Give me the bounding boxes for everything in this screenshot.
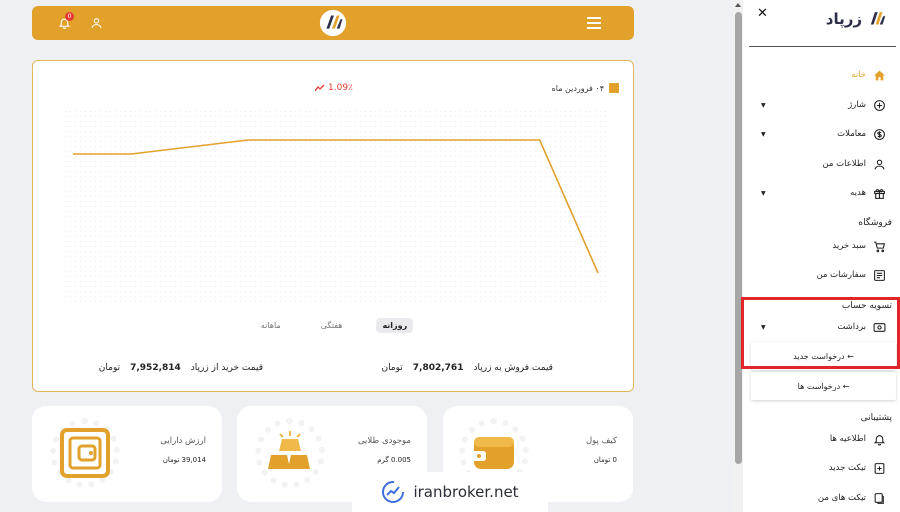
tickets-icon — [872, 491, 886, 505]
home-icon — [872, 68, 886, 82]
buy-price-value: 7,952,814 — [130, 363, 181, 373]
sidebar-item-home[interactable]: خانه — [851, 65, 886, 85]
top-bar: 0 — [32, 6, 634, 40]
profile-button[interactable] — [86, 6, 106, 40]
gold-balance-title: موجودی طلایی — [357, 436, 411, 446]
sidebar-item-transactions[interactable]: معاملات — [837, 124, 886, 144]
submenu-requests[interactable]: ← درخواست ها — [751, 372, 896, 400]
sidebar-item-label: شارژ — [848, 100, 866, 110]
sell-price-unit: تومان — [381, 363, 403, 373]
brand-logo-icon — [870, 12, 886, 25]
gold-balance-value: 0.005 گرم — [377, 456, 411, 464]
wallet-title: کیف پول — [585, 436, 617, 446]
highlight-frame — [741, 297, 900, 369]
notification-badge: 0 — [65, 12, 74, 21]
asset-icon — [50, 418, 120, 488]
ticket-plus-icon — [872, 461, 886, 475]
buy-price-unit: تومان — [98, 363, 121, 373]
sidebar-brand[interactable]: زرپاد — [826, 8, 888, 30]
wallet-value: 0 تومان — [593, 456, 617, 464]
period-tabs: روزانه هفتگی ماهانه — [33, 318, 635, 333]
sell-price-value: 7,802,761 — [412, 363, 464, 373]
sidebar-item-label: تیکت جدید — [828, 463, 866, 473]
sidebar-item-label: معاملات — [837, 129, 866, 139]
gift-icon — [872, 186, 886, 200]
sidebar-item-label: تیکت های من — [817, 493, 866, 503]
sidebar-item-label: اطلاعیه ها — [829, 434, 866, 444]
logo[interactable] — [316, 6, 350, 40]
plus-circle-icon — [872, 98, 886, 112]
bell-icon — [872, 432, 886, 446]
section-support: پشتیبانی — [860, 413, 892, 423]
buy-price: قیمت خرید از زرپاد 7,952,814 تومان — [99, 363, 263, 373]
tab-weekly[interactable]: هفتگی — [315, 318, 349, 333]
tab-daily[interactable]: روزانه — [376, 318, 414, 333]
sidebar-item-my-tickets[interactable]: تیکت های من — [818, 488, 886, 508]
dollar-circle-icon — [872, 127, 886, 141]
divider — [749, 46, 896, 47]
chart-legend[interactable]: ۰۴ فروردین ماه — [552, 83, 619, 93]
sidebar-item-label: هدیه — [850, 188, 866, 198]
menu-button[interactable] — [584, 6, 604, 40]
section-store: فروشگاه — [858, 218, 892, 228]
scrollbar-thumb[interactable] — [735, 12, 742, 464]
sidebar-item-cart[interactable]: سبد خرید — [832, 236, 886, 256]
watermark: iranbroker.net — [352, 472, 548, 512]
tab-monthly[interactable]: ماهانه — [255, 318, 287, 333]
sell-price: قیمت فروش به زرپاد 7,802,761 تومان — [381, 363, 553, 373]
asset-value-card[interactable]: ارزش دارایی 39,014 تومان — [32, 406, 222, 502]
sidebar-item-label: سفارشات من — [816, 270, 866, 280]
sell-price-label: قیمت فروش به زرپاد — [473, 363, 553, 373]
notifications-button[interactable]: 0 — [54, 6, 74, 40]
sidebar-item-charge[interactable]: شارژ — [848, 95, 886, 115]
sidebar-item-label: سبد خرید — [832, 241, 866, 251]
cart-icon — [872, 239, 886, 253]
gold-bars-icon — [255, 418, 325, 488]
close-icon[interactable]: ✕ — [757, 6, 768, 21]
sidebar-item-notifications[interactable]: اطلاعیه ها — [830, 429, 886, 449]
legend-swatch — [609, 83, 619, 93]
hamburger-icon — [587, 17, 601, 29]
chevron-down-icon[interactable]: ▼ — [761, 190, 766, 197]
watermark-text: iranbroker.net — [413, 483, 519, 501]
sidebar-item-label: اطلاعات من — [822, 159, 866, 169]
chevron-down-icon[interactable]: ▼ — [761, 102, 766, 109]
sidebar-item-new-ticket[interactable]: تیکت جدید — [829, 458, 886, 478]
legend-label: ۰۴ فروردین ماه — [551, 83, 604, 93]
asset-value-amount: 39,014 تومان — [162, 456, 206, 464]
buy-price-label: قیمت خرید از زرپاد — [190, 363, 263, 373]
receipt-icon — [872, 268, 886, 282]
scroll-up-arrow-icon[interactable] — [735, 2, 741, 8]
brand-logo-icon — [319, 9, 347, 37]
price-change-value: 1.09٪ — [328, 83, 353, 93]
asset-value-title: ارزش دارایی — [160, 436, 206, 446]
user-icon — [91, 18, 101, 28]
trend-logo-icon — [382, 481, 405, 503]
sidebar: ✕ زرپاد خانه شارژ ▼ معاملات ▼ اطلاعات من… — [743, 0, 900, 512]
price-line-chart — [63, 109, 608, 304]
chevron-down-icon[interactable]: ▼ — [761, 131, 766, 138]
sidebar-item-gift[interactable]: هدیه — [850, 183, 886, 203]
user-icon — [872, 157, 886, 171]
sidebar-item-my-info[interactable]: اطلاعات من — [822, 154, 886, 174]
price-change: 1.09٪ — [315, 83, 353, 93]
brand-name: زرپاد — [825, 10, 862, 28]
price-chart-card: ۰۴ فروردین ماه 1.09٪ روزانه هفتگی ماهانه… — [32, 60, 634, 392]
sidebar-item-orders[interactable]: سفارشات من — [816, 265, 886, 285]
sidebar-item-label: خانه — [851, 70, 866, 80]
trend-icon — [315, 84, 325, 92]
